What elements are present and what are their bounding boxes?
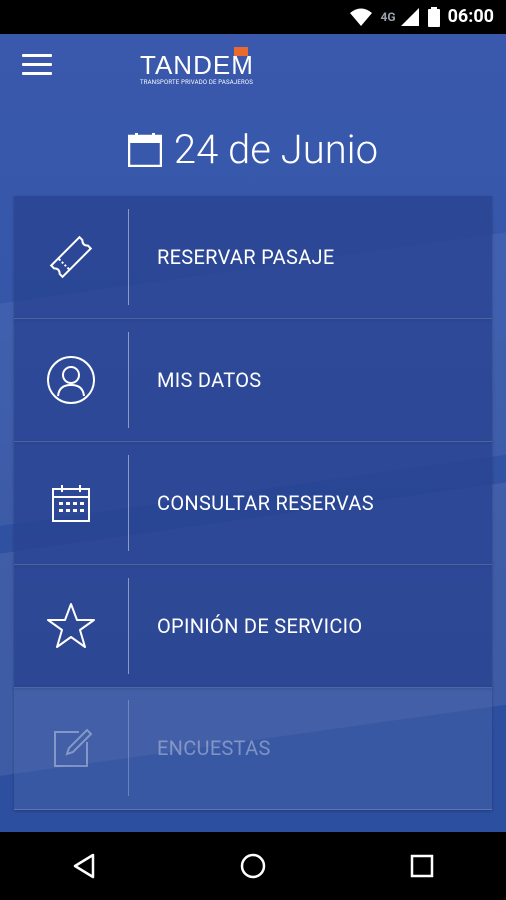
- menu-item-consultar-reservas[interactable]: CONSULTAR RESERVAS: [14, 442, 492, 565]
- star-icon: [47, 603, 95, 648]
- back-triangle-icon: [74, 853, 95, 879]
- current-date: 24 de Junio: [173, 126, 379, 173]
- tandem-logo: TANDEM TRANSPORTE PRIVADO DE PASAJEROS: [140, 50, 254, 86]
- menu-item-label: MIS DATOS: [157, 368, 262, 392]
- date-header: 24 de Junio: [0, 126, 506, 173]
- app-screen: TANDEM TRANSPORTE PRIVADO DE PASAJEROS 2…: [0, 34, 506, 832]
- menu-item-label: ENCUESTAS: [157, 736, 271, 760]
- clock: 06:00: [447, 6, 494, 27]
- logo-tagline: TRANSPORTE PRIVADO DE PASAJEROS: [140, 79, 253, 86]
- network-type: 4G: [380, 9, 396, 24]
- hamburger-menu-icon[interactable]: [22, 54, 52, 78]
- recents-square-icon: [410, 854, 433, 878]
- menu-item-opinion-de-servicio[interactable]: OPINIÓN DE SERVICIO: [14, 565, 492, 688]
- user-icon: [47, 356, 95, 404]
- battery-icon: [427, 6, 440, 27]
- menu-item-reservar-pasaje[interactable]: RESERVAR PASAJE: [14, 196, 492, 319]
- menu-item-label: CONSULTAR RESERVAS: [157, 491, 374, 515]
- menu-item-label: RESERVAR PASAJE: [157, 245, 335, 269]
- recents-button[interactable]: [392, 836, 452, 896]
- edit-icon: [54, 728, 93, 767]
- system-nav-bar: [0, 832, 506, 900]
- menu-item-encuestas: ENCUESTAS: [14, 687, 492, 810]
- wifi-icon: [349, 8, 372, 26]
- home-circle-icon: [240, 853, 266, 879]
- signal-icon: [400, 7, 419, 26]
- menu-item-label: OPINIÓN DE SERVICIO: [157, 614, 363, 638]
- logo-wordmark: TANDEM: [140, 50, 254, 80]
- home-button[interactable]: [223, 836, 283, 896]
- ticket-icon: [49, 235, 93, 279]
- status-bar: 4G 06:00: [0, 0, 506, 34]
- calendar-small-icon: [127, 132, 162, 167]
- menu-item-mis-datos[interactable]: MIS DATOS: [14, 319, 492, 442]
- calendar-icon: [52, 485, 90, 522]
- back-button[interactable]: [54, 836, 114, 896]
